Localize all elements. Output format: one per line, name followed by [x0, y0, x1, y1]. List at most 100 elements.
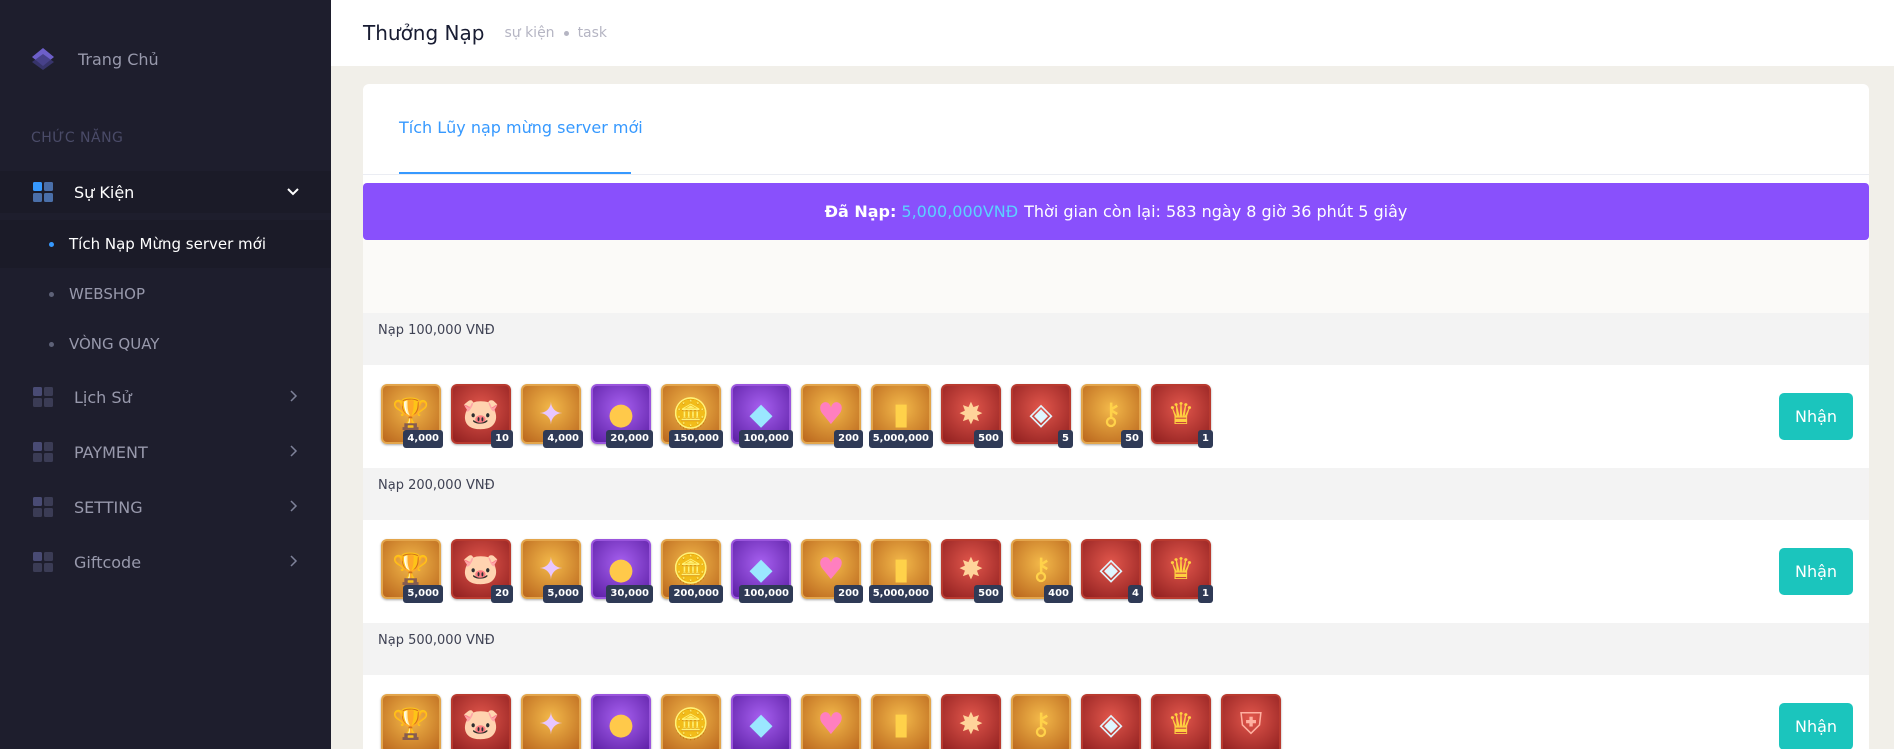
- reward-item[interactable]: 🐷: [451, 694, 511, 749]
- reward-item[interactable]: 🪙: [661, 694, 721, 749]
- reward-item[interactable]: ● 20,000: [591, 384, 653, 448]
- grid-icon: [33, 442, 53, 462]
- reward-item[interactable]: ✸: [941, 694, 1001, 749]
- menu-label: Sự Kiện: [74, 182, 135, 202]
- chevron-down-icon: [287, 188, 299, 196]
- menu-item-giftcode[interactable]: Giftcode: [0, 541, 331, 583]
- chevron-right-icon: [290, 390, 298, 402]
- menu-label: Lịch Sử: [74, 387, 132, 407]
- blue-crystal-icon: ◆: [749, 706, 773, 742]
- breadcrumb-item[interactable]: task: [578, 25, 607, 41]
- gold-key-icon: ⚷: [1030, 706, 1052, 742]
- quantity-badge: 10: [491, 430, 513, 448]
- tier-title: Nạp 500,000 VNĐ: [363, 623, 1869, 675]
- quantity-badge: 20,000: [606, 430, 653, 448]
- quantity-badge: 100,000: [739, 585, 793, 603]
- reward-item[interactable]: ▮ 5,000,000: [868, 384, 933, 448]
- chevron-right-icon: [290, 555, 298, 567]
- reward-item[interactable]: ◆ 100,000: [731, 539, 793, 603]
- quantity-badge: 4: [1128, 585, 1143, 603]
- reward-item[interactable]: ●: [591, 694, 651, 749]
- quantity-badge: 150,000: [669, 430, 723, 448]
- brand-home-link[interactable]: Trang Chủ: [30, 46, 159, 72]
- claim-button[interactable]: Nhận: [1779, 703, 1853, 749]
- reward-item[interactable]: 🏆 5,000: [381, 539, 443, 603]
- sub-item-webshop[interactable]: WEBSHOP: [0, 270, 331, 318]
- reward-item[interactable]: ♥: [801, 694, 861, 749]
- reward-item[interactable]: ✸ 500: [941, 539, 1003, 603]
- chevron-right-icon: [290, 445, 298, 457]
- deposit-label: Đã Nạp:: [824, 202, 897, 221]
- claim-button[interactable]: Nhận: [1779, 393, 1853, 440]
- quantity-badge: 50: [1121, 430, 1143, 448]
- reward-item[interactable]: ♛: [1151, 694, 1211, 749]
- reward-item[interactable]: 🐷 10: [451, 384, 513, 448]
- breadcrumb-separator: [563, 30, 569, 36]
- reward-item[interactable]: ◆: [731, 694, 791, 749]
- sub-item-label: WEBSHOP: [69, 285, 145, 303]
- reward-item[interactable]: ✸ 500: [941, 384, 1003, 448]
- reward-item[interactable]: ✦: [521, 694, 581, 749]
- sub-item-label: VÒNG QUAY: [69, 335, 160, 353]
- quantity-badge: 5,000: [403, 585, 443, 603]
- reward-item[interactable]: ◆ 100,000: [731, 384, 793, 448]
- reward-item[interactable]: ♥ 200: [801, 539, 863, 603]
- quantity-badge: 20: [491, 585, 513, 603]
- breadcrumb-item[interactable]: sự kiện: [504, 25, 554, 41]
- tab-tich-luy[interactable]: Tích Lũy nạp mừng server mới: [399, 118, 643, 137]
- reward-item[interactable]: ♛ 1: [1151, 384, 1213, 448]
- reward-list: 🏆 4,000 🐷 10 ✦ 4,000 ● 20,000 🪙 150,000 ◆ 100,000 ♥ 2…: [381, 384, 1221, 448]
- tier-title: Nạp 200,000 VNĐ: [363, 468, 1869, 520]
- reward-item[interactable]: ⚷ 50: [1081, 384, 1143, 448]
- reward-list: 🏆 5,000 🐷 20 ✦ 5,000 ● 30,000 🪙 200,000 ◆ 100,000 ♥ 2…: [381, 539, 1221, 603]
- quantity-badge: 5,000,000: [868, 585, 933, 603]
- purple-star-icon: ✦: [538, 706, 564, 742]
- menu-label: SETTING: [74, 497, 143, 517]
- reward-item[interactable]: 🏆: [381, 694, 441, 749]
- menu-item-su-kien[interactable]: Sự Kiện: [0, 171, 331, 213]
- reward-item[interactable]: ✦ 4,000: [521, 384, 583, 448]
- grid-icon: [33, 497, 53, 517]
- tab-divider: [363, 174, 1869, 175]
- reward-item[interactable]: ● 30,000: [591, 539, 653, 603]
- menu-item-setting[interactable]: SETTING: [0, 486, 331, 528]
- page-title: Thưởng Nạp: [363, 21, 485, 45]
- reward-list: 🏆 🐷 ✦ ● 🪙 ◆ ♥ ▮ ✸ ⚷ ◈ ♛ ⛨: [381, 694, 1291, 749]
- reward-item[interactable]: ◈ 4: [1081, 539, 1143, 603]
- gold-bar-icon: ▮: [892, 706, 910, 742]
- reward-item[interactable]: ♥ 200: [801, 384, 863, 448]
- deposit-amount: 5,000,000VNĐ: [901, 202, 1019, 221]
- quantity-badge: 400: [1044, 585, 1073, 603]
- fire-burst-icon: ✸: [958, 706, 984, 742]
- reward-item[interactable]: ⛨: [1221, 694, 1281, 749]
- reward-item[interactable]: ⚷ 400: [1011, 539, 1073, 603]
- sub-item-label: Tích Nạp Mừng server mới: [69, 235, 267, 253]
- menu-item-lich-su[interactable]: Lịch Sử: [0, 376, 331, 418]
- reward-item[interactable]: ◈: [1081, 694, 1141, 749]
- quantity-badge: 500: [974, 430, 1003, 448]
- gold-trophy-icon: 🏆: [392, 706, 430, 742]
- quantity-badge: 5: [1058, 430, 1073, 448]
- sub-item-vong-quay[interactable]: VÒNG QUAY: [0, 320, 331, 368]
- gold-coin-icon: 🪙: [672, 706, 710, 742]
- reward-item[interactable]: ♛ 1: [1151, 539, 1213, 603]
- quantity-badge: 4,000: [543, 430, 583, 448]
- menu-item-payment[interactable]: PAYMENT: [0, 431, 331, 473]
- claim-button[interactable]: Nhận: [1779, 548, 1853, 595]
- reward-item[interactable]: 🪙 150,000: [661, 384, 723, 448]
- reward-item[interactable]: ◈ 5: [1011, 384, 1073, 448]
- reward-item[interactable]: ▮ 5,000,000: [868, 539, 933, 603]
- reward-item[interactable]: 🪙 200,000: [661, 539, 723, 603]
- reward-item[interactable]: ⚷: [1011, 694, 1071, 749]
- sub-item-tich-nap[interactable]: Tích Nạp Mừng server mới: [0, 220, 331, 268]
- bullet-icon: [49, 341, 54, 347]
- reward-item[interactable]: ▮: [871, 694, 931, 749]
- reward-item[interactable]: ✦ 5,000: [521, 539, 583, 603]
- sidebar: Trang Chủ CHỨC NĂNG Sự Kiện Tích Nạp Mừn…: [0, 0, 331, 749]
- reward-item[interactable]: 🐷 20: [451, 539, 513, 603]
- tier-reward-row: 🏆 4,000 🐷 10 ✦ 4,000 ● 20,000 🪙 150,000 ◆ 100,000 ♥ 2…: [363, 365, 1869, 466]
- quantity-badge: 200: [834, 585, 863, 603]
- reward-item[interactable]: 🏆 4,000: [381, 384, 443, 448]
- time-remaining: Thời gian còn lại: 583 ngày 8 giờ 36 phú…: [1024, 202, 1408, 221]
- logo-icon: [30, 46, 56, 72]
